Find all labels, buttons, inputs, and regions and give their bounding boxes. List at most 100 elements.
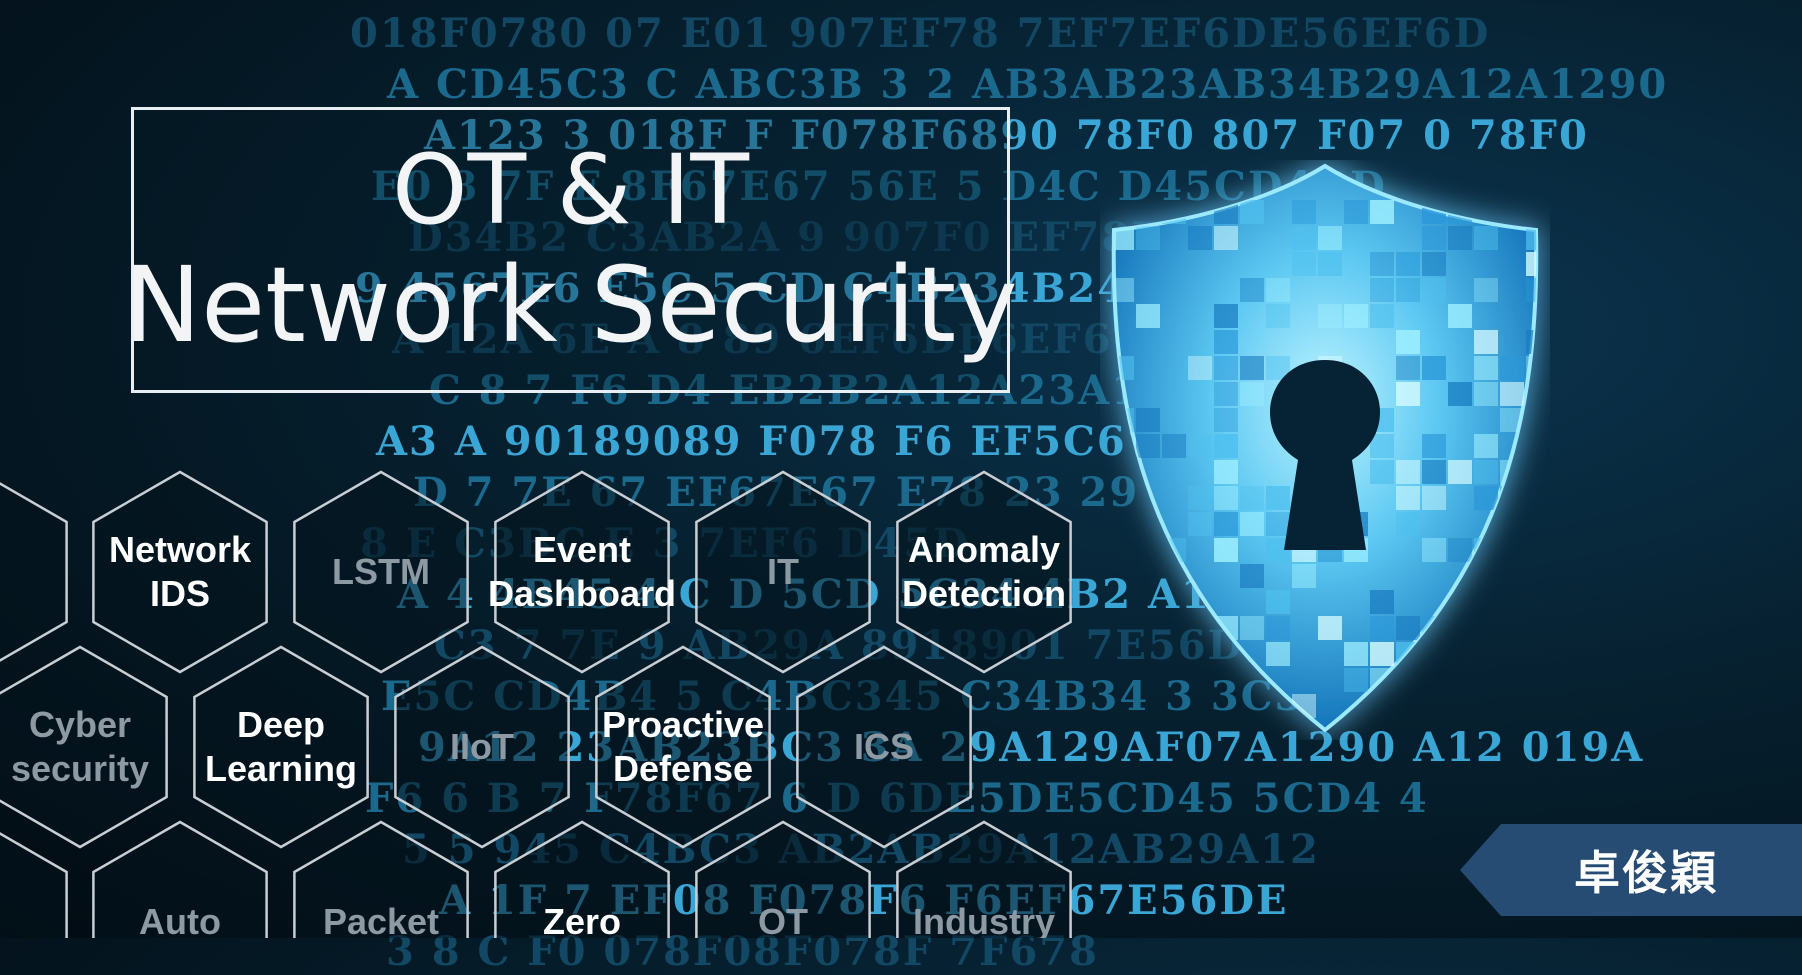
shield-pixel (1188, 512, 1212, 536)
hex-cell-label: IIoT (450, 726, 514, 767)
shield-pixel (1318, 226, 1342, 250)
shield-pixel (1422, 434, 1446, 458)
shield-pixel (1292, 252, 1316, 276)
shield-pixel (1370, 642, 1394, 666)
shield-pixel (1500, 590, 1524, 614)
hex-cell-label: Cyber (29, 704, 131, 745)
shield-pixel (1474, 616, 1498, 640)
topic-honeycomb: NetworkIDS LSTM EventDashboard IT AnomalyDet… (0, 470, 1072, 938)
hexagon-shape (193, 645, 369, 849)
shield-pixel (1448, 616, 1472, 640)
shield-pixel (1136, 304, 1160, 328)
shield-pixel (1370, 460, 1394, 484)
shield-pixel (1474, 356, 1498, 380)
shield-pixel (1526, 564, 1537, 588)
shield-pixel (1136, 538, 1160, 562)
shield-pixel (1240, 486, 1264, 510)
hex-cell-label: Deep (237, 704, 325, 745)
shield-pixel (1500, 460, 1524, 484)
shield-pixel (1370, 304, 1394, 328)
shield-pixel (1370, 252, 1394, 276)
shield-pixel (1396, 356, 1420, 380)
shield-pixel (1318, 304, 1342, 328)
shield-pixel (1188, 642, 1212, 666)
shield-pixel (1370, 590, 1394, 614)
honeycomb-edge-cell (0, 482, 68, 662)
title-frame: OT & IT Network Security (123, 107, 1018, 393)
shield-pixel (1526, 512, 1537, 536)
shield-pixel (1448, 694, 1472, 718)
background-code-line: A CD45C3 C ABC3B 3 2 AB3AB23AB34B29A12A1… (387, 61, 1669, 108)
hex-cell-label: Zero (543, 901, 621, 938)
shield-pixel (1474, 278, 1498, 302)
hex-cell-label: IDS (150, 573, 210, 614)
shield-pixel (1526, 330, 1537, 354)
hex-cell-label: LSTM (332, 551, 430, 592)
shield-pixel (1500, 564, 1524, 588)
shield-pixel (1266, 642, 1290, 666)
hex-cell-label: ICS (854, 726, 914, 767)
topic-hex-cell: LSTM (293, 470, 469, 674)
topic-hex-cell: EventDashboard (488, 470, 676, 674)
shield-pixel (1214, 304, 1238, 328)
shield-pixel (1500, 356, 1524, 380)
shield-pixel (1422, 226, 1446, 250)
shield-pixel (1422, 538, 1446, 562)
shield-pixel (1422, 486, 1446, 510)
shield-pixel (1526, 434, 1537, 458)
hex-cell-label: Proactive (602, 704, 764, 745)
shield-pixel (1240, 616, 1264, 640)
shield-pixel (1188, 226, 1212, 250)
shield-pixel (1422, 460, 1446, 484)
shield-pixel (1266, 512, 1290, 536)
hex-cell-label: Industry (913, 901, 1055, 938)
shield-pixel (1422, 252, 1446, 276)
topic-hex-cell: Industry (896, 820, 1072, 938)
topic-hex-cell: IIoT (394, 645, 570, 849)
honeycomb-edge-cell (0, 832, 68, 938)
hex-cell-label: Auto (139, 901, 221, 938)
shield-pixel (1266, 486, 1290, 510)
topic-hex-cell: DeepLearning (193, 645, 369, 849)
topic-hex-cell: ProactiveDefense (595, 645, 771, 849)
shield-pixel (1500, 486, 1524, 510)
shield-pixel (1113, 356, 1134, 380)
shield-pixel (1318, 616, 1342, 640)
shield-pixel (1266, 616, 1290, 640)
shield-pixel (1474, 330, 1498, 354)
hex-cell-label: Packet (323, 901, 439, 938)
shield-pixel (1448, 538, 1472, 562)
shield-pixel (1266, 590, 1290, 614)
shield-pixel (1500, 200, 1524, 224)
shield-pixel (1500, 382, 1524, 406)
hexagon-shape (896, 470, 1072, 674)
shield-pixel (1448, 226, 1472, 250)
hexagon-shape (0, 645, 168, 849)
shield-pixel (1240, 356, 1264, 380)
shield-pixel (1162, 668, 1186, 692)
topic-hex-cell: IT (695, 470, 871, 674)
shield-pixel (1448, 304, 1472, 328)
shield-pixel (1448, 200, 1472, 224)
title-line-ot-it: OT & IT (391, 134, 750, 246)
shield-pixel (1422, 356, 1446, 380)
hexagon-shape (92, 470, 268, 674)
shield-pixel (1344, 304, 1368, 328)
shield-pixel (1526, 538, 1537, 562)
shield-pixel (1370, 616, 1394, 640)
shield-pixel (1188, 668, 1212, 692)
shield-pixel (1214, 538, 1238, 562)
shield-pixel (1162, 590, 1186, 614)
shield-pixel (1113, 616, 1134, 640)
shield-pixel (1474, 694, 1498, 718)
hex-cell-label: Event (533, 529, 631, 570)
shield-pixel (1526, 408, 1537, 432)
shield-pixel (1113, 564, 1134, 588)
shield-pixel (1474, 538, 1498, 562)
author-name: 卓俊穎 (1574, 846, 1718, 900)
shield-pixel (1214, 486, 1238, 510)
shield-pixel (1214, 408, 1238, 432)
shield-pixel (1214, 512, 1238, 536)
shield-pixel (1448, 382, 1472, 406)
shield-pixel (1214, 330, 1238, 354)
